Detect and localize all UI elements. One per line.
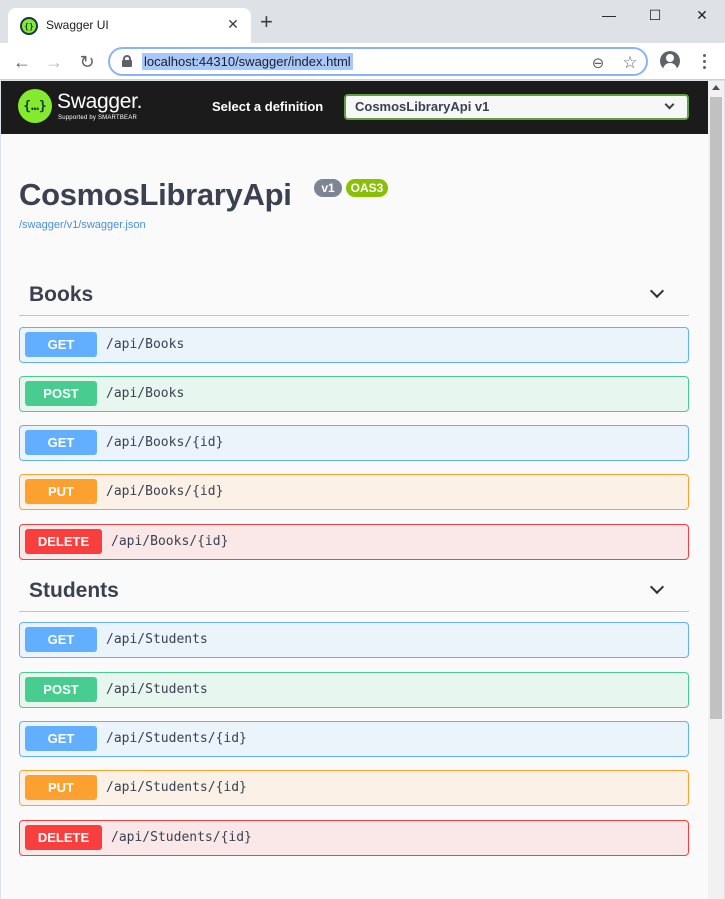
operation-path: /api/Students	[106, 682, 208, 697]
browser-tab[interactable]: {} Swagger UI ✕	[8, 8, 251, 43]
operation-path: /api/Books/{id}	[111, 534, 229, 549]
chevron-down-icon[interactable]	[649, 579, 665, 595]
address-url[interactable]: localhost:44310/swagger/index.html	[142, 53, 353, 70]
swagger-logo-text[interactable]: Swagger.	[57, 90, 142, 114]
zoom-icon[interactable]: ⊖	[588, 53, 608, 73]
new-tab-button[interactable]: +	[260, 11, 273, 33]
tag-header-students[interactable]: Students	[19, 576, 689, 612]
chevron-down-icon	[664, 99, 675, 110]
operation-row[interactable]: GET /api/Students	[19, 622, 689, 658]
operation-path: /api/Books/{id}	[106, 484, 224, 499]
method-badge: DELETE	[25, 529, 102, 554]
operation-path: /api/Books	[106, 337, 185, 352]
method-badge: PUT	[25, 775, 97, 800]
operation-row[interactable]: GET /api/Students/{id}	[19, 721, 689, 757]
tag-name: Students	[29, 579, 119, 602]
api-title: CosmosLibraryApi	[19, 177, 292, 212]
browser-tab-strip: {} Swagger UI ✕ + — ☐ ✕	[0, 0, 725, 43]
method-badge: POST	[25, 381, 97, 406]
back-button[interactable]: ←	[9, 49, 35, 75]
scrollbar-thumb[interactable]	[710, 97, 722, 719]
browser-menu-icon[interactable]	[694, 51, 714, 71]
address-bar[interactable]: localhost:44310/swagger/index.html ⊖ ☆	[108, 47, 648, 76]
oas-badge: OAS3	[346, 179, 388, 197]
operation-row[interactable]: POST /api/Books	[19, 376, 689, 412]
operation-path: /api/Students/{id}	[106, 731, 247, 746]
method-badge: GET	[25, 430, 97, 455]
method-badge: GET	[25, 726, 97, 751]
scroll-up-icon[interactable]	[712, 85, 720, 90]
swagger-logo-subtitle: Supported by SMARTBEAR	[58, 115, 137, 121]
definition-select[interactable]: CosmosLibraryApi v1	[344, 94, 689, 120]
version-badge: v1	[314, 179, 342, 197]
definition-label: Select a definition	[212, 99, 324, 114]
operation-path: /api/Students/{id}	[111, 830, 252, 845]
swagger-topbar: {…} Swagger. Supported by SMARTBEAR Sele…	[1, 81, 708, 134]
close-window-button[interactable]: ✕	[679, 0, 725, 30]
operation-row[interactable]: GET /api/Books/{id}	[19, 425, 689, 461]
page-scrollbar[interactable]	[708, 81, 724, 899]
tab-title: Swagger UI	[46, 18, 109, 32]
page-viewport: {…} Swagger. Supported by SMARTBEAR Sele…	[1, 81, 708, 899]
bookmark-star-icon[interactable]: ☆	[620, 53, 640, 73]
maximize-window-button[interactable]: ☐	[632, 0, 678, 30]
method-badge: DELETE	[25, 825, 102, 850]
operation-row[interactable]: PUT /api/Students/{id}	[19, 770, 689, 806]
close-tab-icon[interactable]: ✕	[225, 16, 241, 32]
operation-row[interactable]: GET /api/Books	[19, 327, 689, 363]
browser-toolbar: ← → ↻ localhost:44310/swagger/index.html…	[0, 43, 725, 80]
tag-header-books[interactable]: Books	[19, 280, 689, 316]
operation-row[interactable]: PUT /api/Books/{id}	[19, 474, 689, 510]
operation-row[interactable]: POST /api/Students	[19, 672, 689, 708]
operation-path: /api/Students/{id}	[106, 780, 247, 795]
method-badge: POST	[25, 677, 97, 702]
swagger-favicon-icon: {}	[20, 17, 38, 35]
forward-button[interactable]: →	[41, 49, 67, 75]
operation-row[interactable]: DELETE /api/Books/{id}	[19, 524, 689, 560]
spec-json-link[interactable]: /swagger/v1/swagger.json	[19, 219, 146, 231]
method-badge: PUT	[25, 479, 97, 504]
profile-avatar-icon[interactable]	[660, 51, 680, 71]
definition-select-value: CosmosLibraryApi v1	[355, 99, 490, 114]
operation-path: /api/Books/{id}	[106, 435, 224, 450]
reload-button[interactable]: ↻	[74, 49, 100, 75]
operation-path: /api/Students	[106, 632, 208, 647]
method-badge: GET	[25, 332, 97, 357]
tag-name: Books	[29, 283, 94, 306]
minimize-window-button[interactable]: —	[586, 0, 632, 30]
method-badge: GET	[25, 627, 97, 652]
operation-row[interactable]: DELETE /api/Students/{id}	[19, 820, 689, 856]
swagger-logo-icon[interactable]: {…}	[18, 89, 52, 123]
operation-path: /api/Books	[106, 386, 185, 401]
chevron-down-icon[interactable]	[649, 283, 665, 299]
lock-icon[interactable]	[122, 55, 132, 67]
